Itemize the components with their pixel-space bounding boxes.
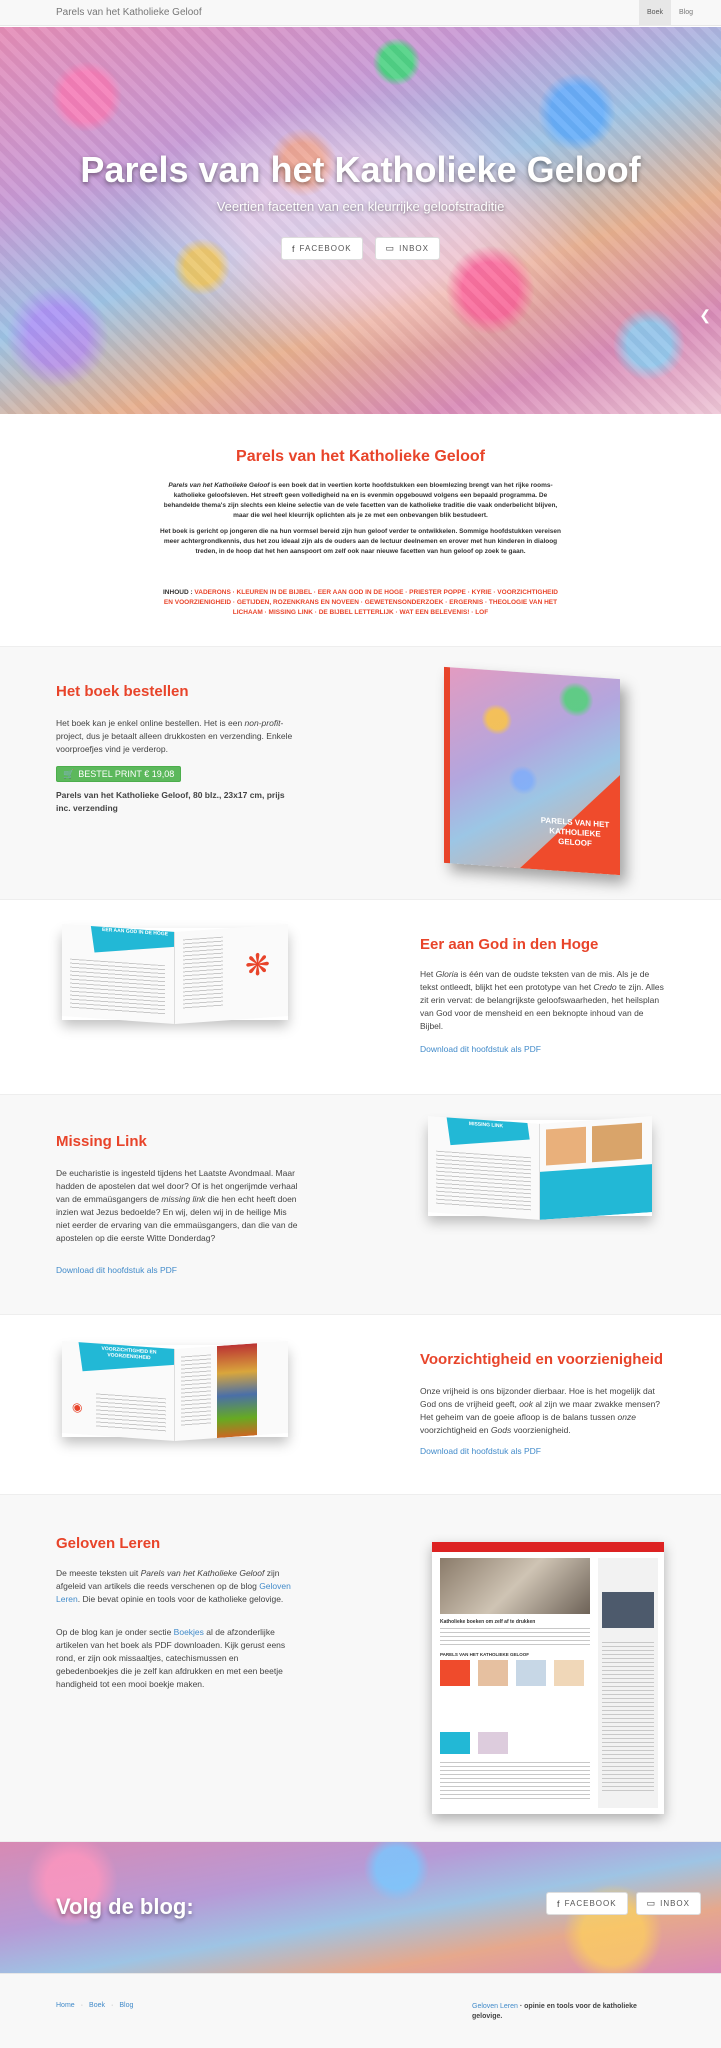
- footer-links: Home · Boek · Blog: [56, 2002, 133, 2009]
- intro-paragraph-1: Parels van het Katholieke Geloof is een …: [160, 481, 561, 521]
- leren-section: Geloven Leren De meeste teksten uit Pare…: [0, 1494, 721, 1842]
- voorz-text-d: voorzienigheid.: [511, 1425, 571, 1435]
- eer-download-link[interactable]: Download dit hoofdstuk als PDF: [420, 1044, 541, 1054]
- cart-icon: 🛒: [63, 768, 75, 779]
- order-details: Parels van het Katholieke Geloof, 80 blz…: [56, 790, 285, 813]
- missing-spread-image: MISSING LINK: [428, 1116, 652, 1220]
- eer-title: Eer aan God in den Hoge: [420, 936, 599, 953]
- footer-separator: ·: [111, 2002, 114, 2009]
- hero-banner: Parels van het Katholieke Geloof Veertie…: [0, 27, 721, 414]
- voorz-spread-image: VOORZICHTIGHEID EN VOORZIENIGHEID ◉: [62, 1341, 288, 1441]
- leren-text-2: Op de blog kan je onder sectie Boekjes a…: [56, 1626, 301, 1691]
- eer-text: Het Gloria is één van de oudste teksten …: [420, 968, 665, 1033]
- intro-paragraph-2: Het boek is gericht op jongeren die na h…: [160, 528, 561, 555]
- order-text-em: non-profit: [244, 718, 281, 728]
- voorz-text-c: voorzichtigheid en: [420, 1425, 491, 1435]
- voorz-title: Voorzichtigheid en voorzienigheid: [420, 1351, 664, 1368]
- hero-facebook-button[interactable]: f FACEBOOK: [281, 237, 363, 260]
- footer-link-blog[interactable]: Blog: [119, 2002, 133, 2009]
- intro-section: Parels van het Katholieke Geloof Parels …: [0, 414, 721, 646]
- nav-item-boek[interactable]: Boek: [639, 0, 671, 26]
- facebook-icon: f: [292, 243, 296, 254]
- boekjes-link[interactable]: Boekjes: [174, 1627, 204, 1637]
- order-title: Het boek bestellen: [56, 683, 189, 700]
- hero-subtitle: Veertien facetten van een kleurrijke gel…: [216, 199, 505, 214]
- leren-text-d: Op de blog kan je onder sectie: [56, 1627, 174, 1637]
- missing-text: De eucharistie is ingesteld tijdens het …: [56, 1167, 301, 1245]
- eer-text-em2: Credo: [593, 982, 617, 992]
- footer: Home · Boek · Blog Geloven Leren · opini…: [0, 1973, 721, 2048]
- inbox-icon: ▭: [646, 1898, 657, 1908]
- hero-inbox-label: INBOX: [399, 244, 429, 253]
- intro-book-title: Parels van het Katholieke Geloof: [168, 482, 270, 489]
- chevron-left-icon[interactable]: ❮: [699, 307, 711, 324]
- order-button-label: BESTEL PRINT € 19,08: [78, 769, 175, 779]
- nav-links: Boek Blog: [639, 0, 701, 26]
- intro-title: Parels van het Katholieke Geloof: [236, 448, 485, 465]
- nav-item-blog[interactable]: Blog: [671, 0, 701, 26]
- eer-spread-image: EER AAN GOD IN DE HOGE ❋: [62, 924, 288, 1024]
- footer-separator: ·: [80, 2002, 84, 2009]
- follow-title: Volg de blog:: [56, 1894, 194, 1919]
- missing-download-link[interactable]: Download dit hoofdstuk als PDF: [56, 1265, 177, 1275]
- follow-banner: Volg de blog: f FACEBOOK ▭ INBOX: [0, 1842, 721, 1973]
- leren-text-em: Parels van het Katholieke Geloof: [140, 1568, 265, 1578]
- table-of-contents: INHOUD : VADERONS · KLEUREN IN DE BIJBEL…: [160, 588, 561, 618]
- hero-facebook-label: FACEBOOK: [299, 244, 352, 253]
- order-text-a: Het boek kan je enkel online bestellen. …: [56, 718, 245, 728]
- missing-title: Missing Link: [56, 1133, 147, 1150]
- order-section: Het boek bestellen Het boek kan je enkel…: [0, 646, 721, 900]
- voorz-text: Onze vrijheid is ons bijzonder dierbaar.…: [420, 1385, 665, 1437]
- missing-section: Missing Link De eucharistie is ingesteld…: [0, 1094, 721, 1315]
- hero-title: Parels van het Katholieke Geloof: [80, 149, 641, 190]
- toc-label: INHOUD :: [163, 589, 195, 596]
- voorz-download-link[interactable]: Download dit hoofdstuk als PDF: [420, 1446, 541, 1456]
- toc-links[interactable]: VADERONS · KLEUREN IN DE BIJBEL · EER AA…: [164, 589, 558, 616]
- voorz-text-em2: onze: [617, 1412, 636, 1422]
- footer-link-home[interactable]: Home: [56, 2002, 75, 2009]
- footer-link-boek[interactable]: Boek: [89, 2002, 105, 2009]
- leren-text-1: De meeste teksten uit Parels van het Kat…: [56, 1567, 301, 1606]
- book-cover-image: PARELS VAN HET KATHOLIEKE GELOOF: [444, 666, 620, 876]
- follow-facebook-button[interactable]: f FACEBOOK: [546, 1892, 628, 1915]
- eer-text-a: Het: [420, 969, 436, 979]
- footer-geloven-leren-link[interactable]: Geloven Leren: [472, 2003, 518, 2010]
- voorz-text-em1: ook: [519, 1399, 533, 1409]
- hero-inbox-button[interactable]: ▭ INBOX: [374, 237, 440, 260]
- follow-facebook-label: FACEBOOK: [564, 1899, 617, 1908]
- voorz-section: VOORZICHTIGHEID EN VOORZIENIGHEID ◉ Voor…: [0, 1315, 721, 1494]
- blog-shot-sub: PARELS VAN HET KATHOLIEKE GELOOF: [440, 1652, 530, 1657]
- facebook-icon: f: [557, 1898, 561, 1909]
- missing-text-em: missing link: [161, 1194, 206, 1204]
- navbar-brand[interactable]: Parels van het Katholieke Geloof: [56, 7, 202, 18]
- leren-text-c: . Die bevat opinie en tools voor de kath…: [77, 1594, 284, 1604]
- angel-icon: ❋: [245, 948, 271, 984]
- follow-inbox-label: INBOX: [660, 1899, 690, 1908]
- follow-inbox-button[interactable]: ▭ INBOX: [635, 1892, 701, 1915]
- blog-screenshot-image: Katholieke boeken om zelf af te drukken …: [432, 1542, 664, 1814]
- voorz-text-em3: Gods: [490, 1425, 512, 1435]
- blog-shot-heading: Katholieke boeken om zelf af te drukken: [440, 1619, 536, 1625]
- footer-tagline: Geloven Leren · opinie en tools voor de …: [472, 2002, 662, 2022]
- leren-title: Geloven Leren: [56, 1535, 161, 1552]
- inbox-icon: ▭: [385, 243, 396, 253]
- navbar: Parels van het Katholieke Geloof Boek Bl…: [0, 0, 721, 26]
- eye-icon: ◉: [72, 1399, 83, 1415]
- eer-section: EER AAN GOD IN DE HOGE ❋ Eer aan God in …: [0, 900, 721, 1094]
- order-text: Het boek kan je enkel online bestellen. …: [56, 717, 296, 756]
- order-button[interactable]: 🛒 BESTEL PRINT € 19,08: [56, 766, 182, 782]
- eer-text-em1: Gloria: [435, 969, 459, 979]
- leren-text-a: De meeste teksten uit: [56, 1568, 141, 1578]
- book-cover-title: PARELS VAN HET KATHOLIEKE GELOOF: [540, 815, 610, 849]
